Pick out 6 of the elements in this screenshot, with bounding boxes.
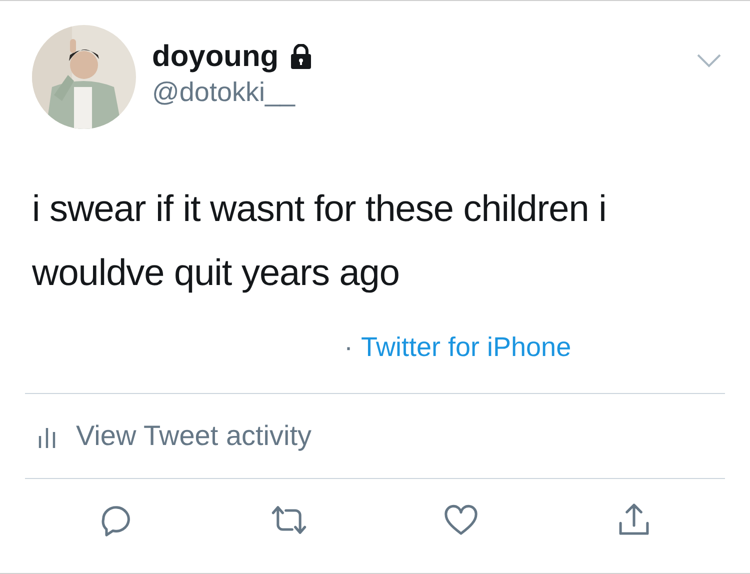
display-name: doyoung bbox=[152, 39, 279, 75]
separator-dot: · bbox=[344, 330, 353, 364]
username: @dotokki__ bbox=[152, 76, 296, 109]
tweet-text: i swear if it wasnt for these children i wouldve quit years ago bbox=[32, 187, 608, 295]
source-link[interactable]: Twitter for iPhone bbox=[361, 326, 572, 368]
view-tweet-activity-link[interactable]: View Tweet activity bbox=[76, 415, 312, 457]
